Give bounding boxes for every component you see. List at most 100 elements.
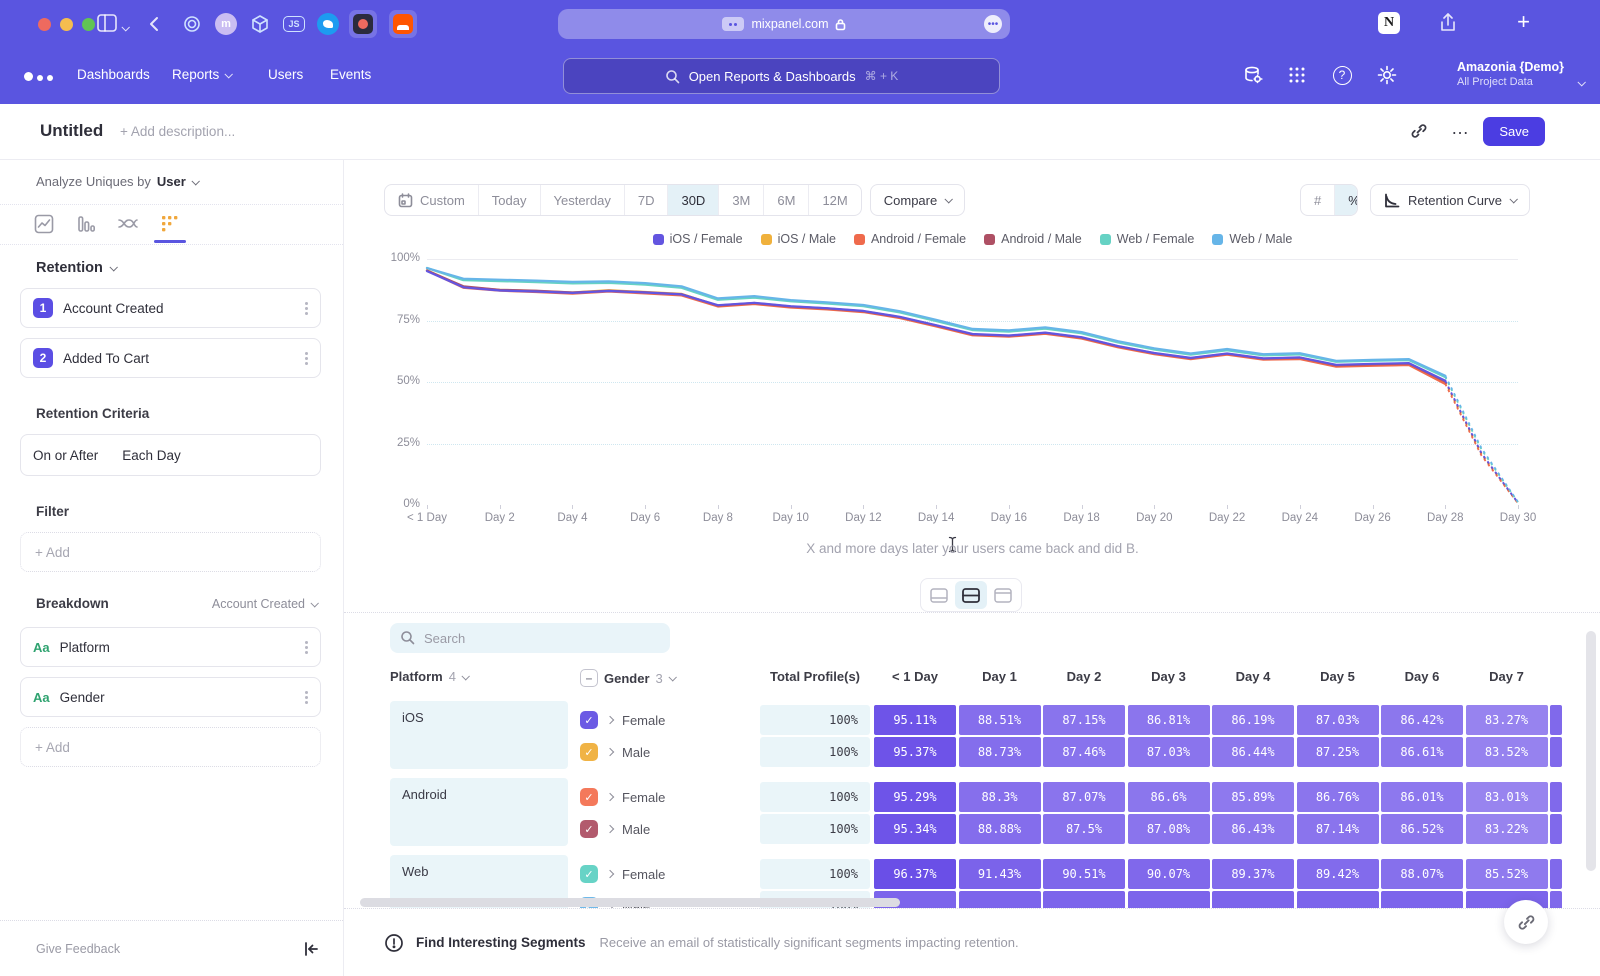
retention-value-cell[interactable]: 85.89% [1212,782,1294,812]
retention-value-cell[interactable]: 89.42% [1297,859,1379,889]
legend-item[interactable]: Web / Male [1212,232,1292,246]
expand-chevron-icon[interactable] [606,748,614,756]
gender-row-female[interactable]: ✓Female [580,859,665,889]
column-header-day[interactable]: Day 7 [1466,669,1548,684]
data-management-icon[interactable] [1242,64,1264,86]
unit-percent-toggle[interactable]: % [1334,185,1358,215]
app-icon-bird[interactable] [314,10,342,38]
nav-link-reports[interactable]: Reports [172,67,231,82]
series-checkbox[interactable]: ✓ [580,711,598,729]
new-tab-icon[interactable]: + [1517,9,1530,35]
app-icon-target[interactable] [178,10,206,38]
range-custom[interactable]: Custom [385,185,478,215]
select-all-checkbox[interactable]: – [580,669,598,687]
column-header-day[interactable]: Day 4 [1212,669,1294,684]
retention-value-cell[interactable]: 86.42% [1381,705,1463,735]
retention-value-cell[interactable]: 95.34% [874,814,956,844]
retention-value-cell[interactable]: 86.6% [1128,782,1210,812]
layout-chart-only-icon[interactable] [923,581,955,609]
chevron-down-icon[interactable] [122,19,128,34]
range-today[interactable]: Today [478,185,540,215]
copy-link-icon[interactable] [1410,122,1428,140]
expand-chevron-icon[interactable] [606,825,614,833]
retention-value-cell[interactable]: 87.5% [1043,814,1125,844]
retention-value-cell[interactable]: 87.07% [1043,782,1125,812]
vertical-scrollbar[interactable] [1586,631,1596,871]
gender-row-female[interactable]: ✓Female [580,705,665,735]
app-icon-soundcloud[interactable] [389,10,417,38]
series-line-web---female[interactable] [427,268,1445,377]
retention-value-cell[interactable]: 86.52% [1381,814,1463,844]
retention-value-cell[interactable]: 86.01% [1381,782,1463,812]
retention-value-cell[interactable]: 96.37% [874,859,956,889]
retention-value-cell[interactable]: 87.25% [1297,737,1379,767]
help-icon[interactable]: ? [1331,64,1353,86]
range-30d[interactable]: 30D [667,185,718,215]
kebab-menu-icon[interactable] [305,696,308,699]
gender-row-male[interactable]: ✓Male [580,737,650,767]
horizontal-scrollbar[interactable] [360,898,900,907]
retention-value-cell[interactable]: 88.07% [1381,859,1463,889]
retention-value-cell[interactable]: 83.01% [1466,782,1548,812]
find-segments-label[interactable]: Find Interesting Segments [416,935,586,950]
more-options-icon[interactable]: … [1451,118,1470,139]
zoom-window-button[interactable] [82,18,95,31]
platform-cell[interactable]: Android [390,778,568,846]
criteria-each-day[interactable]: Each Day [122,448,181,463]
table-search-input[interactable] [390,623,670,653]
retention-value-cell[interactable]: 83.27% [1466,705,1548,735]
expand-chevron-icon[interactable] [606,793,614,801]
series-checkbox[interactable]: ✓ [580,743,598,761]
retention-step-a[interactable]: 1 Account Created [20,288,321,328]
app-icon-playlist[interactable] [349,10,377,38]
series-line-android---female[interactable] [427,271,1445,384]
series-checkbox[interactable]: ✓ [580,820,598,838]
retention-value-cell[interactable]: 90.51% [1043,859,1125,889]
floating-share-button[interactable] [1504,900,1548,944]
retention-value-cell[interactable]: 90.07% [1128,859,1210,889]
back-icon[interactable] [148,15,160,33]
kebab-menu-icon[interactable] [305,357,308,360]
platform-cell[interactable]: iOS [390,701,568,769]
nav-link-events[interactable]: Events [330,67,371,82]
expand-chevron-icon[interactable] [606,870,614,878]
retention-value-cell[interactable]: 86.43% [1212,814,1294,844]
column-header-gender[interactable]: – Gender3 [580,669,675,687]
column-header-day[interactable]: < 1 Day [874,669,956,684]
criteria-on-or-after[interactable]: On or After [33,448,98,463]
retention-value-cell[interactable]: 88.73% [959,737,1041,767]
kebab-menu-icon[interactable] [305,307,308,310]
legend-item[interactable]: iOS / Female [653,232,743,246]
report-description-placeholder[interactable]: + Add description... [120,124,235,139]
legend-item[interactable]: iOS / Male [761,232,836,246]
column-header-total-profiles[interactable]: Total Profile(s) [760,669,870,684]
retention-value-cell[interactable]: 95.11% [874,705,956,735]
range-12m[interactable]: 12M [808,185,860,215]
compare-button[interactable]: Compare [870,184,965,216]
range-7d[interactable]: 7D [624,185,668,215]
range-3m[interactable]: 3M [718,185,763,215]
extensions-icon[interactable]: ••• [984,15,1002,33]
retention-value-cell[interactable]: 87.03% [1128,737,1210,767]
filter-add-button[interactable]: + Add [20,532,321,572]
retention-value-cell[interactable]: 86.76% [1297,782,1379,812]
retention-value-cell[interactable]: 88.88% [959,814,1041,844]
retention-value-cell[interactable]: 83.22% [1466,814,1548,844]
retention-value-cell[interactable]: 88.51% [959,705,1041,735]
give-feedback-link[interactable]: Give Feedback [36,942,303,956]
retention-value-cell[interactable]: 88.3% [959,782,1041,812]
retention-step-b[interactable]: 2 Added To Cart [20,338,321,378]
column-header-day[interactable]: Day 5 [1297,669,1379,684]
analyze-uniques-value[interactable]: User [157,174,186,189]
global-search-button[interactable]: Open Reports & Dashboards ⌘ + K [563,58,1000,94]
minimize-window-button[interactable] [60,18,73,31]
series-checkbox[interactable]: ✓ [580,865,598,883]
gender-row-male[interactable]: ✓Male [580,814,650,844]
address-bar[interactable]: mixpanel.com ••• [558,9,1010,39]
tab-insights[interactable] [32,212,56,236]
column-header-day[interactable]: Day 2 [1043,669,1125,684]
column-header-day[interactable]: Day 1 [959,669,1041,684]
app-icon-m[interactable]: m [212,10,240,38]
share-icon[interactable] [1438,12,1458,34]
project-switcher[interactable]: Amazonia {Demo} All Project Data [1457,60,1564,88]
